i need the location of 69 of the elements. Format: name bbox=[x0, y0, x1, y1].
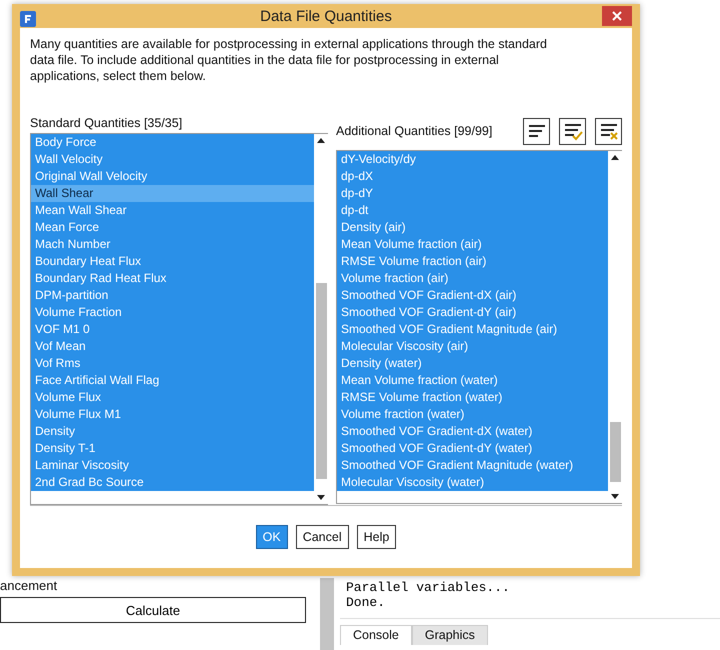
list-item[interactable]: Molecular Viscosity (air) bbox=[337, 338, 608, 355]
console-line: Done. bbox=[346, 595, 386, 610]
list-item[interactable]: Density (water) bbox=[337, 355, 608, 372]
toolbar-button[interactable] bbox=[559, 118, 586, 144]
list-item[interactable]: Mean Force bbox=[31, 219, 314, 236]
list-item[interactable]: Laminar Viscosity bbox=[31, 457, 314, 474]
toolbar-button[interactable] bbox=[523, 118, 550, 144]
list-item[interactable]: Volume Flux M1 bbox=[31, 406, 314, 423]
list-item[interactable]: Original Wall Velocity bbox=[31, 168, 314, 185]
close-button[interactable] bbox=[602, 6, 632, 26]
list-item[interactable]: Volume fraction (air) bbox=[337, 270, 608, 287]
list-item[interactable]: Wall Shear bbox=[31, 185, 314, 202]
list-item[interactable]: Body Force bbox=[31, 134, 314, 151]
list-item[interactable]: Volume Flux bbox=[31, 389, 314, 406]
list-item[interactable]: Smoothed VOF Gradient-dY (air) bbox=[337, 304, 608, 321]
scroll-up-arrow-icon[interactable] bbox=[317, 138, 325, 143]
section-label: ancement bbox=[0, 578, 58, 593]
list-item[interactable]: Molecular Viscosity (water) bbox=[337, 474, 608, 491]
list-item[interactable]: Boundary Rad Heat Flux bbox=[31, 270, 314, 287]
scrollbar-thumb[interactable] bbox=[316, 283, 326, 479]
description-text: Many quantities are available for postprocessing in external applications through the standard data file. To include additional quantities in the data file for postprocessing in external applications, select them below. bbox=[30, 36, 548, 85]
list-item[interactable]: Smoothed VOF Gradient Magnitude (air) bbox=[337, 321, 608, 338]
scrollbar[interactable] bbox=[320, 578, 334, 650]
scroll-up-arrow-icon[interactable] bbox=[611, 155, 619, 160]
tab[interactable]: Console bbox=[340, 625, 412, 645]
list-item[interactable]: Mach Number bbox=[31, 236, 314, 253]
list-item[interactable]: Vof Mean bbox=[31, 338, 314, 355]
list-item[interactable]: Mean Volume fraction (water) bbox=[337, 372, 608, 389]
window-title: Data File Quantities bbox=[260, 8, 392, 24]
list-item[interactable]: Wall Velocity bbox=[31, 151, 314, 168]
list-item[interactable]: Boundary Heat Flux bbox=[31, 253, 314, 270]
list-item[interactable]: Volume Fraction bbox=[31, 304, 314, 321]
list-item[interactable]: DPM-partition bbox=[31, 287, 314, 304]
scroll-down-arrow-icon[interactable] bbox=[317, 495, 325, 500]
list-item[interactable]: Smoothed VOF Gradient-dY (water) bbox=[337, 440, 608, 457]
list-item[interactable]: Smoothed VOF Gradient-dX (air) bbox=[337, 287, 608, 304]
dialog-button[interactable]: Cancel bbox=[296, 525, 349, 549]
list-item[interactable]: Mean Wall Shear bbox=[31, 202, 314, 219]
tab[interactable]: Graphics bbox=[412, 625, 488, 645]
list-item[interactable]: Smoothed VOF Gradient Magnitude (water) bbox=[337, 457, 608, 474]
list-item[interactable]: dp-dt bbox=[337, 202, 608, 219]
list-item[interactable]: Mean Volume fraction (air) bbox=[337, 236, 608, 253]
list-item[interactable]: Density (air) bbox=[337, 219, 608, 236]
list-item[interactable]: dY-Velocity/dy bbox=[337, 151, 608, 168]
check-list-icon bbox=[562, 121, 582, 141]
scrollbar-thumb[interactable] bbox=[610, 422, 620, 482]
list-item[interactable]: Volume fraction (water) bbox=[337, 406, 608, 423]
list-label: Additional Quantities [99/99] bbox=[336, 124, 492, 138]
calculate-button[interactable]: Calculate bbox=[0, 597, 306, 623]
dialog-button[interactable]: OK bbox=[256, 525, 288, 549]
close-icon bbox=[612, 11, 622, 21]
dialog-button[interactable]: Help bbox=[356, 525, 396, 549]
lines-icon bbox=[526, 122, 546, 140]
list-label: Standard Quantities [35/35] bbox=[30, 116, 184, 130]
list-item[interactable]: dp-dY bbox=[337, 185, 608, 202]
toolbar-button[interactable] bbox=[595, 118, 622, 144]
list-item[interactable]: RMSE Volume fraction (air) bbox=[337, 253, 608, 270]
list-item[interactable]: Density bbox=[31, 423, 314, 440]
console-line: Parallel variables... bbox=[346, 580, 511, 595]
list-item[interactable]: dp-dX bbox=[337, 168, 608, 185]
list-item[interactable]: Face Artificial Wall Flag bbox=[31, 372, 314, 389]
scroll-down-arrow-icon[interactable] bbox=[611, 494, 619, 499]
clear-list-icon bbox=[598, 121, 618, 141]
list-item[interactable]: Vof Rms bbox=[31, 355, 314, 372]
list-item[interactable]: VOF M1 0 bbox=[31, 321, 314, 338]
list-item[interactable]: 2nd Grad Bc Source bbox=[31, 474, 314, 491]
list-item[interactable]: Density T-1 bbox=[31, 440, 314, 457]
list-item[interactable]: RMSE Volume fraction (water) bbox=[337, 389, 608, 406]
list-item[interactable]: Smoothed VOF Gradient-dX (water) bbox=[337, 423, 608, 440]
